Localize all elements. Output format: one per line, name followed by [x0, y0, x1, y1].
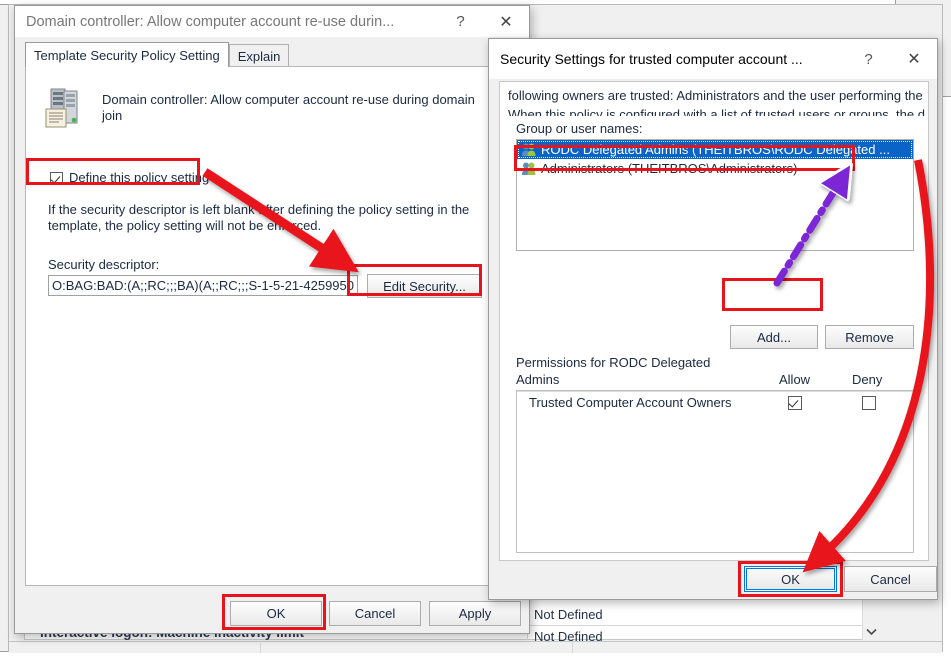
chevron-down-icon[interactable]	[863, 623, 880, 640]
policy-dialog-apply-button[interactable]: Apply	[429, 601, 521, 626]
security-dialog-titlebar[interactable]: Security Settings for trusted computer a…	[489, 39, 937, 79]
help-icon[interactable]: ?	[846, 39, 891, 79]
security-dialog-ok-button[interactable]: OK	[744, 566, 837, 592]
policy-dialog-tabstrip: Template Security Policy Setting Explain	[25, 42, 290, 67]
add-button[interactable]: Add...	[730, 325, 818, 349]
policy-hint-text: If the security descriptor is left blank…	[48, 202, 470, 233]
security-dialog-cancel-button[interactable]: Cancel	[844, 566, 937, 592]
policy-dialog-title: Domain controller: Allow computer accoun…	[26, 13, 395, 30]
security-settings-dialog: Security Settings for trusted computer a…	[488, 38, 938, 600]
permissions-column-deny: Deny	[852, 372, 883, 387]
row-separator	[517, 391, 913, 392]
table-row[interactable]: Trusted Computer Account Owners	[517, 391, 913, 415]
close-icon[interactable]: ✕	[891, 39, 937, 79]
description-line-1: following owners are trusted: Administra…	[508, 88, 926, 103]
permissions-list[interactable]: Trusted Computer Account Owners	[516, 390, 914, 553]
close-icon[interactable]: ✕	[483, 6, 529, 37]
group-or-user-names-label: Group or user names:	[516, 121, 643, 136]
define-policy-checkbox[interactable]	[50, 172, 63, 185]
policy-dialog-tabpage: Domain controller: Allow computer accoun…	[25, 66, 519, 586]
domain-controller-icon	[38, 85, 88, 133]
description-scroll-area: following owners are trusted: Administra…	[508, 88, 926, 116]
policy-dialog-cancel-button[interactable]: Cancel	[329, 601, 421, 626]
list-item[interactable]: Administrators (THEITBROS\Administrators…	[517, 159, 913, 178]
security-dialog-title: Security Settings for trusted computer a…	[500, 51, 803, 67]
permissions-header-line-1: Permissions for RODC Delegated	[516, 355, 711, 370]
group-icon	[521, 161, 537, 176]
remove-button[interactable]: Remove	[825, 325, 914, 349]
description-line-2: When this policy is configured with a li…	[508, 107, 925, 116]
deny-checkbox[interactable]	[862, 396, 876, 410]
security-descriptor-input[interactable]: O:BAG:BAD:(A;;RC;;;BA)(A;;RC;;;S-1-5-21-…	[48, 275, 358, 296]
group-icon	[521, 142, 537, 157]
policy-dialog-ok-button[interactable]: OK	[230, 601, 322, 626]
help-icon[interactable]: ?	[438, 6, 483, 37]
security-descriptor-label: Security descriptor:	[48, 257, 160, 272]
background-list-value-0: Not Defined	[534, 607, 603, 622]
list-item-label: Administrators (THEITBROS\Administrators…	[541, 161, 798, 176]
policy-properties-dialog: Domain controller: Allow computer accoun…	[14, 5, 530, 634]
permission-name: Trusted Computer Account Owners	[529, 395, 732, 410]
screen: Not Defined Not Defined Interactive logo…	[0, 0, 951, 670]
background-console-footer	[9, 641, 942, 653]
tab-template-security-policy-setting[interactable]: Template Security Policy Setting	[25, 42, 229, 67]
group-user-listbox[interactable]: RODC Delegated Admins (THEITBROS\RODC De…	[516, 139, 914, 251]
tab-explain[interactable]: Explain	[228, 44, 290, 67]
background-footer-divider-1	[260, 641, 261, 653]
edit-security-button[interactable]: Edit Security...	[367, 274, 482, 298]
list-item[interactable]: RODC Delegated Admins (THEITBROS\RODC De…	[517, 140, 913, 159]
list-item-label: RODC Delegated Admins (THEITBROS\RODC De…	[541, 142, 890, 157]
background-footer-divider-2	[572, 641, 573, 653]
permissions-column-allow: Allow	[779, 372, 811, 387]
policy-dialog-titlebar[interactable]: Domain controller: Allow computer accoun…	[15, 6, 529, 37]
permissions-header-line-2: Admins	[516, 372, 560, 387]
security-dialog-body: following owners are trusted: Administra…	[499, 81, 929, 561]
define-policy-label: Define this policy setting	[69, 170, 210, 185]
policy-name-label: Domain controller: Allow computer accoun…	[102, 92, 475, 123]
allow-checkbox[interactable]	[788, 396, 802, 410]
